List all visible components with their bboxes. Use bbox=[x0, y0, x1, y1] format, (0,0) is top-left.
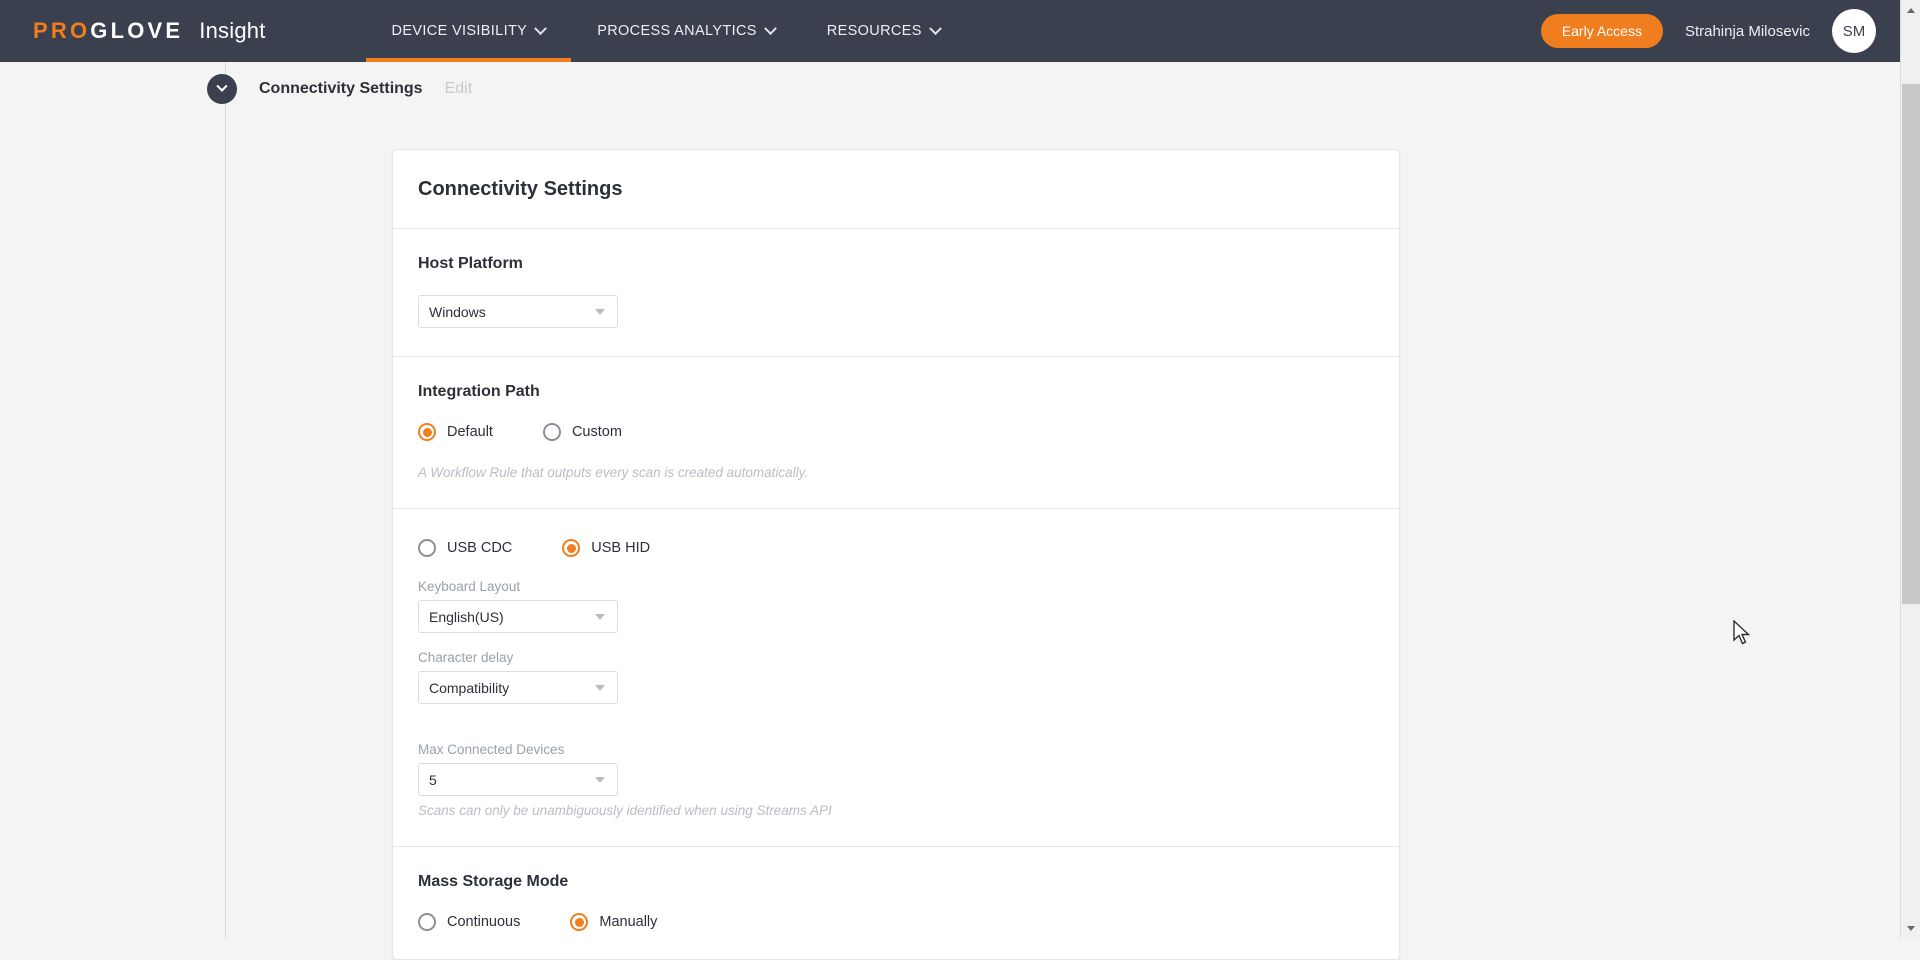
page-title: Connectivity Settings bbox=[418, 178, 623, 200]
keyboard-layout-select[interactable]: English(US) bbox=[418, 600, 618, 633]
section-title-host-platform: Host Platform bbox=[418, 255, 523, 272]
max-connected-devices-label: Max Connected Devices bbox=[418, 742, 565, 757]
card-header: Connectivity Settings bbox=[393, 150, 1399, 229]
brand-pro-text: PRO bbox=[33, 18, 91, 43]
keyboard-layout-value: English(US) bbox=[429, 608, 504, 625]
early-access-button[interactable]: Early Access bbox=[1540, 14, 1663, 48]
brand-glove-text: GLOVE bbox=[90, 18, 184, 43]
usb-mode-radio-group: USB CDC USB HID bbox=[418, 539, 1374, 557]
nav-item-resources[interactable]: RESOURCES bbox=[801, 0, 966, 62]
section-usb-mode: USB CDC USB HID Keyboard Layout English(… bbox=[393, 509, 1399, 847]
radio-option-usb-hid[interactable]: USB HID bbox=[562, 539, 650, 557]
arrow-up-icon bbox=[1906, 7, 1915, 13]
character-delay-value: Compatibility bbox=[429, 679, 510, 696]
max-connected-devices-value: 5 bbox=[429, 771, 437, 788]
vertical-scrollbar[interactable] bbox=[1900, 0, 1920, 938]
character-delay-label: Character delay bbox=[418, 650, 514, 665]
radio-option-custom[interactable]: Custom bbox=[542, 423, 622, 441]
chevron-down-icon bbox=[534, 21, 548, 35]
connectivity-settings-card: Connectivity Settings Host Platform Wind… bbox=[392, 149, 1400, 960]
breadcrumb-edit-link[interactable]: Edit bbox=[445, 80, 473, 98]
max-connected-devices-select[interactable]: 5 bbox=[418, 763, 618, 796]
mass-storage-radio-group: Continuous Manually bbox=[418, 913, 1374, 931]
radio-option-usb-cdc[interactable]: USB CDC bbox=[418, 539, 512, 557]
section-title-mass-storage-mode: Mass Storage Mode bbox=[418, 873, 569, 890]
scrollbar-down-button[interactable] bbox=[1901, 918, 1920, 938]
chevron-down-icon bbox=[216, 80, 228, 92]
host-platform-select[interactable]: Windows bbox=[418, 295, 618, 328]
radio-option-continuous[interactable]: Continuous bbox=[418, 913, 520, 931]
chevron-down-icon bbox=[595, 684, 605, 691]
radio-label-usb-cdc: USB CDC bbox=[447, 540, 513, 556]
left-rail bbox=[0, 62, 226, 938]
main-nav: DEVICE VISIBILITY PROCESS ANALYTICS RESO… bbox=[365, 0, 966, 62]
radio-label-manually: Manually bbox=[599, 914, 658, 930]
character-delay-select[interactable]: Compatibility bbox=[418, 671, 618, 704]
radio-option-manually[interactable]: Manually bbox=[570, 913, 657, 931]
max-connected-devices-hint: Scans can only be unambiguously identifi… bbox=[418, 803, 832, 818]
nav-item-process-analytics[interactable]: PROCESS ANALYTICS bbox=[571, 0, 801, 62]
avatar[interactable]: SM bbox=[1832, 9, 1876, 53]
top-navigation-bar: PRO GLOVE Insight DEVICE VISIBILITY PROCE… bbox=[0, 0, 1900, 62]
breadcrumb: Connectivity Settings Edit bbox=[207, 74, 472, 104]
section-integration-path: Integration Path Default Custom A Workfl… bbox=[393, 357, 1399, 509]
chevron-down-icon bbox=[595, 776, 605, 783]
radio-icon-manually[interactable] bbox=[570, 913, 589, 931]
scrollbar-up-button[interactable] bbox=[1901, 0, 1920, 20]
integration-path-hint: A Workflow Rule that outputs every scan … bbox=[418, 465, 809, 480]
radio-label-usb-hid: USB HID bbox=[591, 540, 651, 556]
radio-icon-usb-cdc[interactable] bbox=[418, 539, 436, 557]
chevron-down-icon bbox=[928, 21, 942, 35]
host-platform-value: Windows bbox=[429, 303, 486, 320]
arrow-down-icon bbox=[1906, 925, 1915, 931]
radio-icon-default[interactable] bbox=[418, 423, 436, 441]
chevron-down-icon bbox=[595, 613, 605, 620]
radio-label-custom: Custom bbox=[571, 424, 622, 440]
brand-logo[interactable]: PRO GLOVE Insight bbox=[33, 18, 266, 44]
top-bar-right-group: Early Access Strahinja Milosevic SM bbox=[1540, 9, 1900, 53]
radio-icon-custom[interactable] bbox=[542, 423, 561, 441]
page-body: Connectivity Settings Edit Connectivity … bbox=[0, 62, 1900, 960]
breadcrumb-title: Connectivity Settings bbox=[259, 80, 423, 97]
radio-icon-continuous[interactable] bbox=[418, 913, 436, 931]
nav-label-resources: RESOURCES bbox=[826, 23, 922, 39]
radio-label-default: Default bbox=[447, 424, 493, 440]
chevron-down-icon bbox=[595, 308, 605, 315]
scrollbar-thumb[interactable] bbox=[1902, 84, 1920, 604]
brand-product-text: Insight bbox=[199, 18, 266, 43]
user-name-label: Strahinja Milosevic bbox=[1684, 22, 1810, 40]
nav-label-process-analytics: PROCESS ANALYTICS bbox=[597, 23, 757, 39]
section-title-integration-path: Integration Path bbox=[418, 383, 540, 400]
radio-option-default[interactable]: Default bbox=[418, 423, 493, 441]
nav-label-device-visibility: DEVICE VISIBILITY bbox=[391, 23, 528, 39]
keyboard-layout-label: Keyboard Layout bbox=[418, 579, 521, 594]
section-host-platform: Host Platform Windows bbox=[393, 229, 1399, 357]
integration-path-radio-group: Default Custom bbox=[418, 423, 1374, 441]
radio-label-continuous: Continuous bbox=[447, 914, 521, 930]
collapse-toggle-button[interactable] bbox=[207, 74, 237, 104]
section-mass-storage-mode: Mass Storage Mode Continuous Manually bbox=[393, 847, 1399, 959]
chevron-down-icon bbox=[763, 21, 777, 35]
nav-item-device-visibility[interactable]: DEVICE VISIBILITY bbox=[365, 0, 572, 62]
radio-icon-usb-hid[interactable] bbox=[562, 539, 581, 557]
